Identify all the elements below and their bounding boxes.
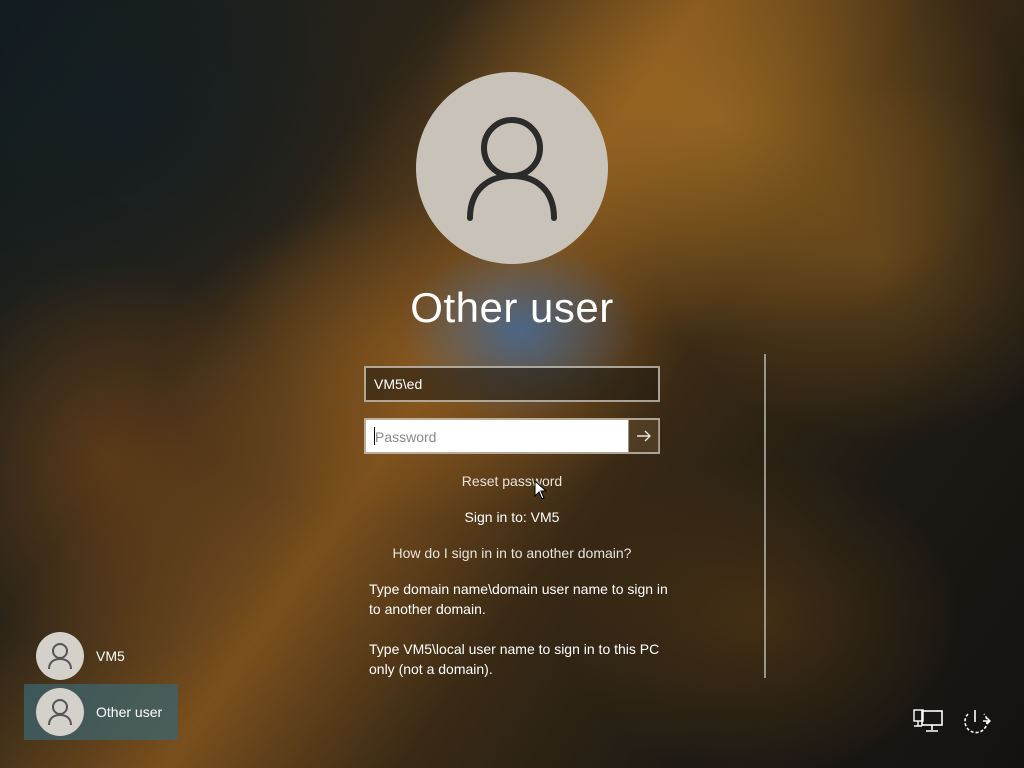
submit-button[interactable] <box>628 420 659 452</box>
user-tile-vm5[interactable]: VM5 <box>24 628 178 684</box>
password-field[interactable]: Password <box>366 420 628 452</box>
divider <box>764 354 766 678</box>
user-tile-label: Other user <box>96 704 163 720</box>
user-avatar-icon <box>36 632 84 680</box>
network-icon[interactable] <box>912 706 946 738</box>
user-avatar-icon <box>36 688 84 736</box>
mouse-cursor-icon <box>534 479 548 505</box>
sign-in-to-label: Sign in to: VM5 <box>464 509 560 525</box>
lock-screen: Other user VM5\ed Password Reset passwor… <box>0 0 1024 768</box>
how-do-i-sign-in-link[interactable]: How do I sign in in to another domain? <box>312 545 712 561</box>
password-placeholder: Password <box>375 429 437 445</box>
username-value: VM5\ed <box>374 376 423 392</box>
user-avatar-icon <box>416 72 608 264</box>
reset-password-link[interactable]: Reset password <box>312 473 712 489</box>
arrow-right-icon <box>637 430 651 442</box>
local-help-text: Type VM5\local user name to sign in to t… <box>369 641 660 677</box>
power-icon[interactable] <box>958 706 992 738</box>
user-tile-label: VM5 <box>96 648 125 664</box>
user-tile-other-user[interactable]: Other user <box>24 684 178 740</box>
domain-help-text: Type domain name\domain user name to sig… <box>369 581 668 617</box>
username-field[interactable]: VM5\ed <box>364 366 660 402</box>
user-name-title: Other user <box>410 284 614 331</box>
password-row: Password <box>364 418 660 454</box>
